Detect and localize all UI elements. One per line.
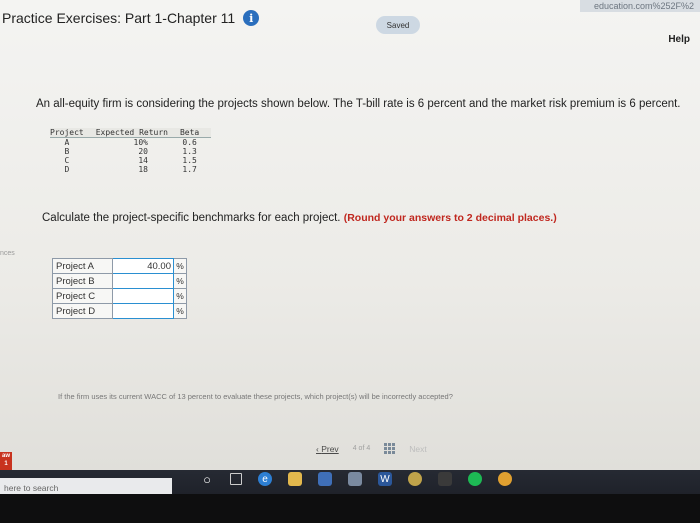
cell-beta: 1.5 (182, 156, 197, 165)
cell-return: 10% (133, 138, 148, 147)
edge-icon[interactable]: e (258, 472, 272, 486)
answer-unit: % (173, 288, 187, 304)
answer-input-project-b[interactable] (112, 273, 174, 289)
cell-project: A (64, 138, 70, 147)
cell-return: 20 (138, 147, 148, 156)
cell-project: B (64, 147, 70, 156)
saved-status-badge: Saved (376, 16, 420, 34)
screen-bezel (0, 494, 700, 523)
chrome-icon[interactable] (498, 472, 512, 486)
calc-prompt-text: Calculate the project-specific benchmark… (42, 212, 341, 224)
side-text-fragment: nces (0, 250, 15, 257)
task-view-icon[interactable] (230, 473, 242, 485)
word-icon[interactable]: W (378, 472, 392, 486)
projects-table: Project Expected Return Beta A 10% 0.6 B… (50, 128, 212, 174)
answer-label: Project D (52, 303, 113, 319)
taskbar-icons: ○ e W (200, 472, 512, 487)
answer-row: Project A 40.00 % (52, 258, 187, 274)
info-icon[interactable]: i (243, 10, 260, 26)
table-row: D 18 1.7 (50, 165, 211, 174)
answer-row: Project B % (52, 273, 187, 289)
rounding-note: (Round your answers to 2 decimal places.… (343, 212, 557, 224)
cortana-icon[interactable]: ○ (200, 472, 214, 487)
page-title: Practice Exercises: Part 1-Chapter 11 (2, 10, 236, 26)
answer-label: Project C (52, 288, 113, 304)
next-button[interactable]: Next (409, 444, 426, 454)
answer-row: Project C % (52, 288, 187, 304)
col-header-project: Project (50, 128, 96, 138)
cell-project: C (64, 156, 70, 165)
page-indicator: 4 of 4 (353, 445, 371, 452)
media-icon[interactable] (438, 472, 452, 486)
title-bar: Practice Exercises: Part 1-Chapter 11 i (0, 6, 260, 30)
question-intro: An all-equity firm is considering the pr… (36, 98, 681, 110)
cell-beta: 0.6 (182, 138, 197, 147)
page-current: 4 (352, 445, 357, 452)
table-row: B 20 1.3 (50, 147, 211, 156)
cell-beta: 1.7 (182, 165, 197, 174)
table-row: C 14 1.5 (50, 156, 211, 165)
answer-unit: % (173, 273, 187, 289)
page-of: of (358, 445, 365, 452)
file-explorer-icon[interactable] (288, 472, 302, 486)
answer-unit: % (173, 258, 187, 274)
answer-label: Project A (52, 258, 113, 274)
answers-table: Project A 40.00 % Project B % Project C … (52, 258, 187, 319)
answer-input-project-d[interactable] (112, 303, 174, 319)
cell-return: 14 (138, 156, 148, 165)
cell-beta: 1.3 (182, 147, 197, 156)
answer-input-project-c[interactable] (112, 288, 174, 304)
col-header-beta: Beta (179, 128, 212, 138)
cell-project: D (64, 165, 70, 174)
cell-return: 18 (138, 165, 148, 174)
wacc-question: If the firm uses its current WACC of 13 … (58, 392, 453, 401)
calc-prompt: Calculate the project-specific benchmark… (42, 212, 557, 224)
calendar-icon[interactable] (348, 472, 362, 486)
answer-label: Project B (52, 273, 113, 289)
table-row: A 10% 0.6 (50, 138, 211, 148)
side-badge: aw 1 (0, 452, 12, 470)
page-total: 4 (366, 445, 371, 452)
grid-icon[interactable] (384, 443, 396, 454)
url-fragment: education.com%252F%2 (579, 0, 700, 12)
question-nav: ‹ Prev 4 of 4 Next (316, 443, 427, 454)
help-button[interactable]: Help (668, 34, 690, 45)
spotify-icon[interactable] (468, 472, 482, 486)
prev-button[interactable]: ‹ Prev (316, 444, 339, 454)
screen: education.com%252F%2 Practice Exercises:… (0, 0, 700, 470)
answer-unit: % (173, 303, 187, 319)
game-icon[interactable] (408, 472, 422, 486)
answer-row: Project D % (52, 303, 187, 319)
answer-input-project-a[interactable]: 40.00 (112, 258, 174, 274)
store-icon[interactable] (318, 472, 332, 486)
col-header-expected-return: Expected Return (95, 128, 180, 138)
